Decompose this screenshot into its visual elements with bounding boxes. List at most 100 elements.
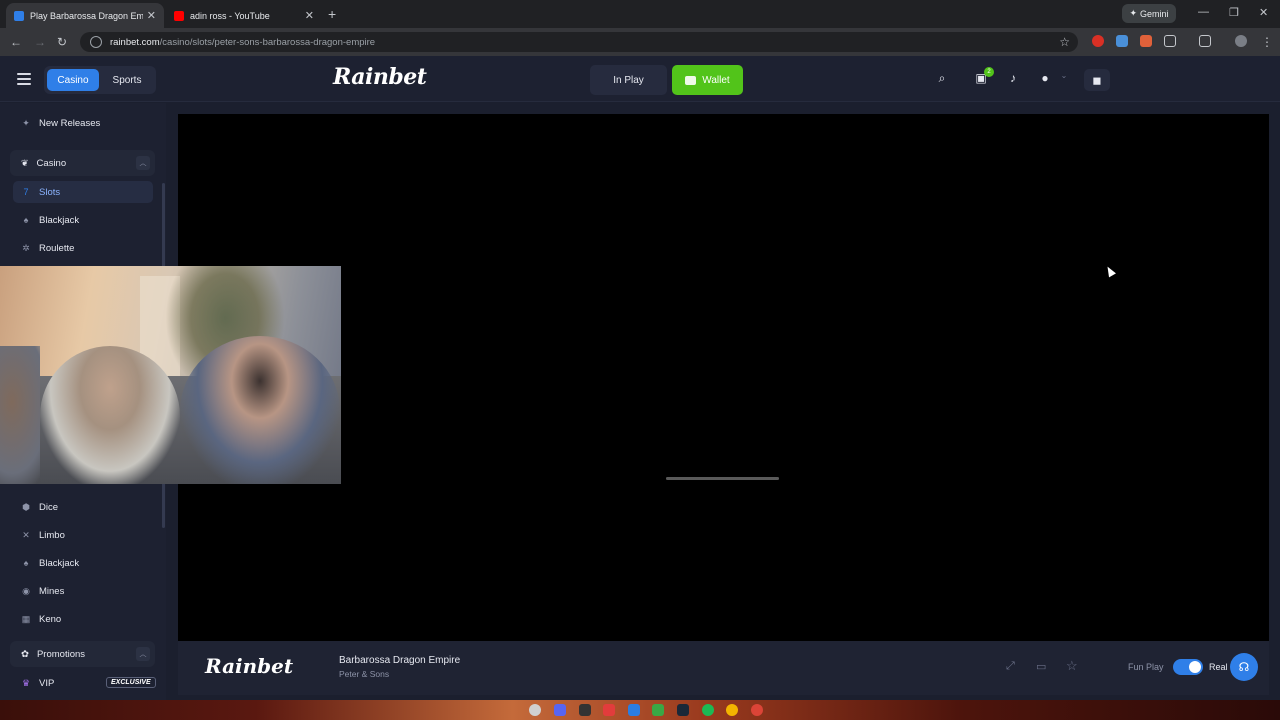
blackjack-icon: ♠ <box>23 215 29 225</box>
url-host: rainbet.com <box>110 36 160 48</box>
chevron-down-icon[interactable]: ⌄ <box>1056 71 1072 80</box>
rainbet-logo[interactable]: Rainbet <box>333 64 427 90</box>
sidebar-group-label: Casino <box>36 157 67 169</box>
dice-icon: ⬢ <box>22 501 30 512</box>
sidebar-item-label: Blackjack <box>39 557 80 569</box>
search-icon[interactable]: ⌕ <box>934 71 950 86</box>
youtube-favicon-icon <box>174 10 184 21</box>
close-window-icon[interactable]: ✕ <box>1259 6 1268 19</box>
taskbar-app-icon[interactable] <box>529 704 541 716</box>
bell-icon[interactable]: ♪ <box>1005 71 1021 85</box>
keno-icon: ▦ <box>21 613 31 624</box>
gift-count-badge: 2 <box>984 67 994 77</box>
sidebar-group-promotions[interactable]: ✿ Promotions ︿ <box>10 641 155 667</box>
extension-adblock-icon[interactable] <box>1092 35 1104 47</box>
sidebar-item-label: Keno <box>39 613 62 625</box>
extensions-puzzle-icon[interactable] <box>1164 35 1176 47</box>
rainbet-logo: Rainbet <box>205 654 294 678</box>
url-bar[interactable]: rainbet.com /casino/slots/peter-sons-bar… <box>80 32 1078 52</box>
wallet-icon <box>685 75 697 85</box>
sidebar-item-label: Dice <box>39 501 59 513</box>
game-iframe[interactable] <box>178 114 1269 641</box>
discord-icon[interactable] <box>554 704 566 716</box>
chat-bubble-icon: ◼ <box>1092 74 1102 87</box>
chevron-up-icon[interactable]: ︿ <box>136 156 150 170</box>
browser-tab-rainbet[interactable]: Play Barbarossa Dragon Empire ✕ <box>6 3 164 28</box>
chat-button[interactable]: ◼ <box>1084 69 1110 91</box>
rainbet-favicon-icon <box>14 10 24 21</box>
sidebar-item-label: Limbo <box>39 529 65 541</box>
close-tab-icon[interactable]: ✕ <box>305 9 314 22</box>
sidebar-item-label: Blackjack <box>39 214 80 226</box>
game-title: Barbarossa Dragon Empire <box>339 655 461 666</box>
sidebar-item-label: New Releases <box>39 117 101 129</box>
browser-toolbar: ← → ↻ rainbet.com /casino/slots/peter-so… <box>0 28 1280 56</box>
site-header: Casino Sports Rainbet In Play Wallet ⌕ ▣… <box>0 56 1280 102</box>
steam-icon[interactable] <box>677 704 689 716</box>
bookmark-star-icon[interactable]: ☆ <box>1059 35 1070 49</box>
fullscreen-icon[interactable]: ⤢ <box>1006 660 1015 673</box>
profile-avatar-icon[interactable] <box>1235 35 1247 47</box>
chrome-icon[interactable] <box>726 704 738 716</box>
chrome-icon[interactable] <box>751 704 763 716</box>
sidebar-item-label: Slots <box>39 186 61 198</box>
exclusive-badge: EXCLUSIVE <box>106 677 156 688</box>
casino-sports-toggle: Casino Sports <box>44 66 156 94</box>
cast-icon[interactable] <box>1199 35 1211 47</box>
extension-shield-icon[interactable] <box>1116 35 1128 47</box>
sidebar-item-label: VIP <box>39 677 55 689</box>
taskbar-app-icon[interactable] <box>628 704 640 716</box>
new-tab-button[interactable]: + <box>328 6 336 22</box>
minimize-icon[interactable]: — <box>1198 6 1209 18</box>
url-path: /casino/slots/peter-sons-barbarossa-drag… <box>159 36 376 48</box>
sports-tab-button[interactable]: Sports <box>101 69 153 91</box>
chevron-up-icon[interactable]: ︿ <box>136 647 150 661</box>
sidebar-item-roulette[interactable]: ✲ Roulette <box>13 237 153 259</box>
site-info-icon[interactable] <box>90 36 102 48</box>
sidebar-item-blackjack-original[interactable]: ♠ Blackjack <box>13 552 153 574</box>
webcam-overlay <box>0 266 341 484</box>
roulette-icon: ✲ <box>22 242 30 253</box>
tab-title: Play Barbarossa Dragon Empire <box>30 10 143 21</box>
sidebar-item-blackjack[interactable]: ♠ Blackjack <box>13 209 153 231</box>
user-icon[interactable]: ● <box>1037 71 1053 85</box>
wallet-button[interactable]: Wallet <box>672 65 743 95</box>
sidebar-item-mines[interactable]: ◉ Mines <box>13 580 153 602</box>
support-chat-button[interactable]: ☊ <box>1230 653 1258 681</box>
sidebar-item-limbo[interactable]: ✕ Limbo <box>13 524 153 546</box>
game-provider[interactable]: Peter & Sons <box>339 669 389 679</box>
forward-icon[interactable]: → <box>34 35 46 49</box>
sidebar-item-new-releases[interactable]: ✦ New Releases <box>13 112 153 134</box>
taskbar-app-icon[interactable] <box>579 704 591 716</box>
sidebar-item-dice[interactable]: ⬢ Dice <box>13 496 153 518</box>
sidebar-item-vip[interactable]: ♛ VIP EXCLUSIVE <box>13 672 156 694</box>
close-tab-icon[interactable]: ✕ <box>147 9 156 22</box>
trophy-icon: ♛ <box>21 677 31 688</box>
real-play-toggle[interactable] <box>1173 659 1203 675</box>
taskbar-app-icon[interactable] <box>652 704 664 716</box>
sidebar-item-slots[interactable]: 7 Slots <box>13 181 153 203</box>
spotify-icon[interactable] <box>702 704 714 716</box>
reload-icon[interactable]: ↻ <box>57 35 67 49</box>
browser-tab-youtube[interactable]: adin ross - YouTube ✕ <box>166 3 322 28</box>
fun-play-label: Fun Play <box>1128 662 1164 672</box>
gemini-button[interactable]: ✦ Gemini <box>1122 4 1176 23</box>
restore-icon[interactable]: ❐ <box>1229 6 1239 19</box>
sparkle-icon: ✦ <box>1129 8 1138 18</box>
sidebar-item-keno[interactable]: ▦ Keno <box>13 608 153 630</box>
os-taskbar <box>0 700 1280 720</box>
in-play-button[interactable]: In Play <box>590 65 667 95</box>
favorite-star-icon[interactable]: ☆ <box>1066 658 1078 674</box>
sidebar-group-casino[interactable]: ❦ Casino ︿ <box>10 150 155 176</box>
theatre-mode-icon[interactable]: ▭ <box>1036 660 1046 673</box>
extension-fox-icon[interactable] <box>1140 35 1152 47</box>
tab-title: adin ross - YouTube <box>190 10 270 21</box>
browser-menu-icon[interactable]: ⋮ <box>1261 35 1273 49</box>
game-info-bar: Rainbet Barbarossa Dragon Empire Peter &… <box>178 641 1269 695</box>
hamburger-menu-icon[interactable] <box>17 73 31 85</box>
casino-tab-button[interactable]: Casino <box>47 69 99 91</box>
back-icon[interactable]: ← <box>10 35 22 49</box>
sidebar-item-label: Mines <box>39 585 65 597</box>
sparkle-icon: ✦ <box>22 117 30 128</box>
taskbar-app-icon[interactable] <box>603 704 615 716</box>
